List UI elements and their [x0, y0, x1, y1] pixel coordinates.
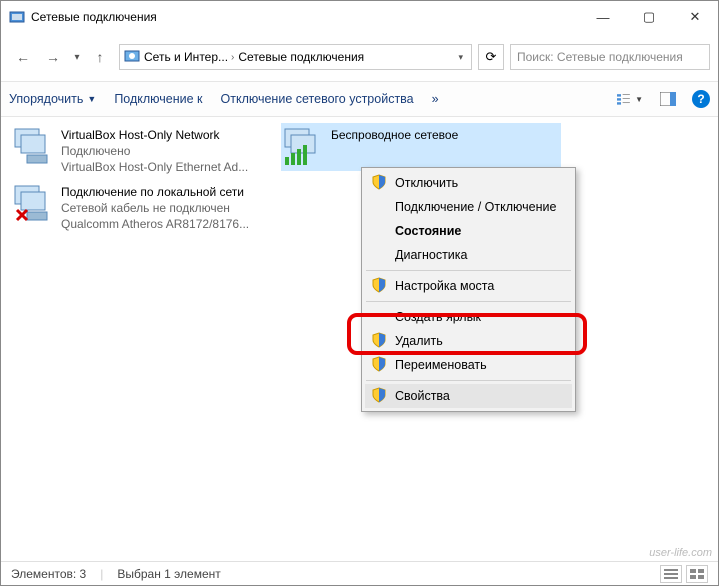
view-icons-button[interactable]	[686, 565, 708, 583]
nav-recent-button[interactable]: ▾	[69, 44, 85, 70]
shield-icon	[371, 387, 387, 403]
search-input[interactable]: Поиск: Сетевые подключения	[510, 44, 710, 70]
address-box[interactable]: Сеть и Интер...› Сетевые подключения ▾	[119, 44, 472, 70]
status-selected: Выбран 1 элемент	[117, 567, 220, 581]
network-adapter-disconnected-icon	[13, 184, 53, 224]
command-bar: Упорядочить▼ Подключение к Отключение се…	[1, 81, 718, 117]
menu-separator	[366, 301, 571, 302]
item-name: Беспроводное сетевое	[331, 127, 458, 143]
address-bar-row: ← → ▾ ↑ Сеть и Интер...› Сетевые подключ…	[1, 41, 718, 73]
address-dropdown-icon[interactable]: ▾	[454, 52, 467, 63]
menu-connect-disconnect[interactable]: Подключение / Отключение	[365, 195, 572, 219]
app-icon	[9, 9, 25, 25]
status-count: Элементов: 3	[11, 567, 86, 581]
window-controls: — ▢ ✕	[580, 1, 718, 33]
view-options-button[interactable]: ▼	[616, 88, 644, 110]
menu-properties[interactable]: Свойства	[365, 384, 572, 408]
status-bar: Элементов: 3 | Выбран 1 элемент	[1, 561, 718, 585]
cmd-organize[interactable]: Упорядочить▼	[9, 92, 96, 106]
breadcrumb-seg-2[interactable]: Сетевые подключения	[238, 50, 364, 64]
nav-arrows: ← → ▾ ↑	[9, 44, 113, 70]
cmd-overflow[interactable]: »	[432, 92, 439, 106]
window-title: Сетевые подключения	[31, 10, 580, 24]
menu-diagnostics[interactable]: Диагностика	[365, 243, 572, 267]
item-desc: Qualcomm Atheros AR8172/8176...	[61, 216, 249, 232]
close-button[interactable]: ✕	[672, 1, 718, 33]
watermark: user-life.com	[649, 547, 712, 559]
shield-icon	[371, 277, 387, 293]
connection-item-lan[interactable]: Подключение по локальной сети Сетевой ка…	[11, 180, 271, 237]
view-details-button[interactable]	[660, 565, 682, 583]
nav-forward-button[interactable]: →	[39, 44, 67, 70]
item-name: Подключение по локальной сети	[61, 184, 249, 200]
preview-pane-button[interactable]	[654, 88, 682, 110]
menu-rename[interactable]: Переименовать	[365, 353, 572, 377]
network-adapter-icon	[13, 127, 53, 167]
chevron-right-icon[interactable]: ›	[231, 52, 234, 63]
menu-separator	[366, 270, 571, 271]
context-menu: Отключить Подключение / Отключение Состо…	[361, 167, 576, 412]
menu-disable[interactable]: Отключить	[365, 171, 572, 195]
item-name: VirtualBox Host-Only Network	[61, 127, 248, 143]
nav-up-button[interactable]: ↑	[87, 44, 113, 70]
item-status: Подключено	[61, 143, 248, 159]
shield-icon	[371, 174, 387, 190]
minimize-button[interactable]: —	[580, 1, 626, 33]
menu-separator	[366, 380, 571, 381]
nav-back-button[interactable]: ←	[9, 44, 37, 70]
menu-bridge[interactable]: Настройка моста	[365, 274, 572, 298]
menu-state[interactable]: Состояние	[365, 219, 572, 243]
shield-icon	[371, 356, 387, 372]
item-status: Сетевой кабель не подключен	[61, 200, 249, 216]
menu-delete[interactable]: Удалить	[365, 329, 572, 353]
maximize-button[interactable]: ▢	[626, 1, 672, 33]
content-area: VirtualBox Host-Only Network Подключено …	[1, 117, 718, 569]
title-bar: Сетевые подключения — ▢ ✕	[1, 1, 718, 33]
help-button[interactable]: ?	[692, 90, 710, 108]
breadcrumb-seg-1[interactable]: Сеть и Интер...	[144, 50, 228, 64]
refresh-button[interactable]: ⟳	[478, 44, 504, 70]
search-placeholder: Поиск: Сетевые подключения	[517, 50, 683, 64]
folder-icon	[124, 48, 140, 67]
connection-item-virtualbox[interactable]: VirtualBox Host-Only Network Подключено …	[11, 123, 271, 180]
item-desc: VirtualBox Host-Only Ethernet Ad...	[61, 159, 248, 175]
connection-item-wifi-selected[interactable]: Беспроводное сетевое	[281, 123, 561, 171]
cmd-connect-to[interactable]: Подключение к	[114, 92, 202, 106]
network-adapter-icon	[283, 127, 323, 167]
cmd-disable-device[interactable]: Отключение сетевого устройства	[221, 92, 414, 106]
shield-icon	[371, 332, 387, 348]
menu-create-shortcut[interactable]: Создать ярлык	[365, 305, 572, 329]
